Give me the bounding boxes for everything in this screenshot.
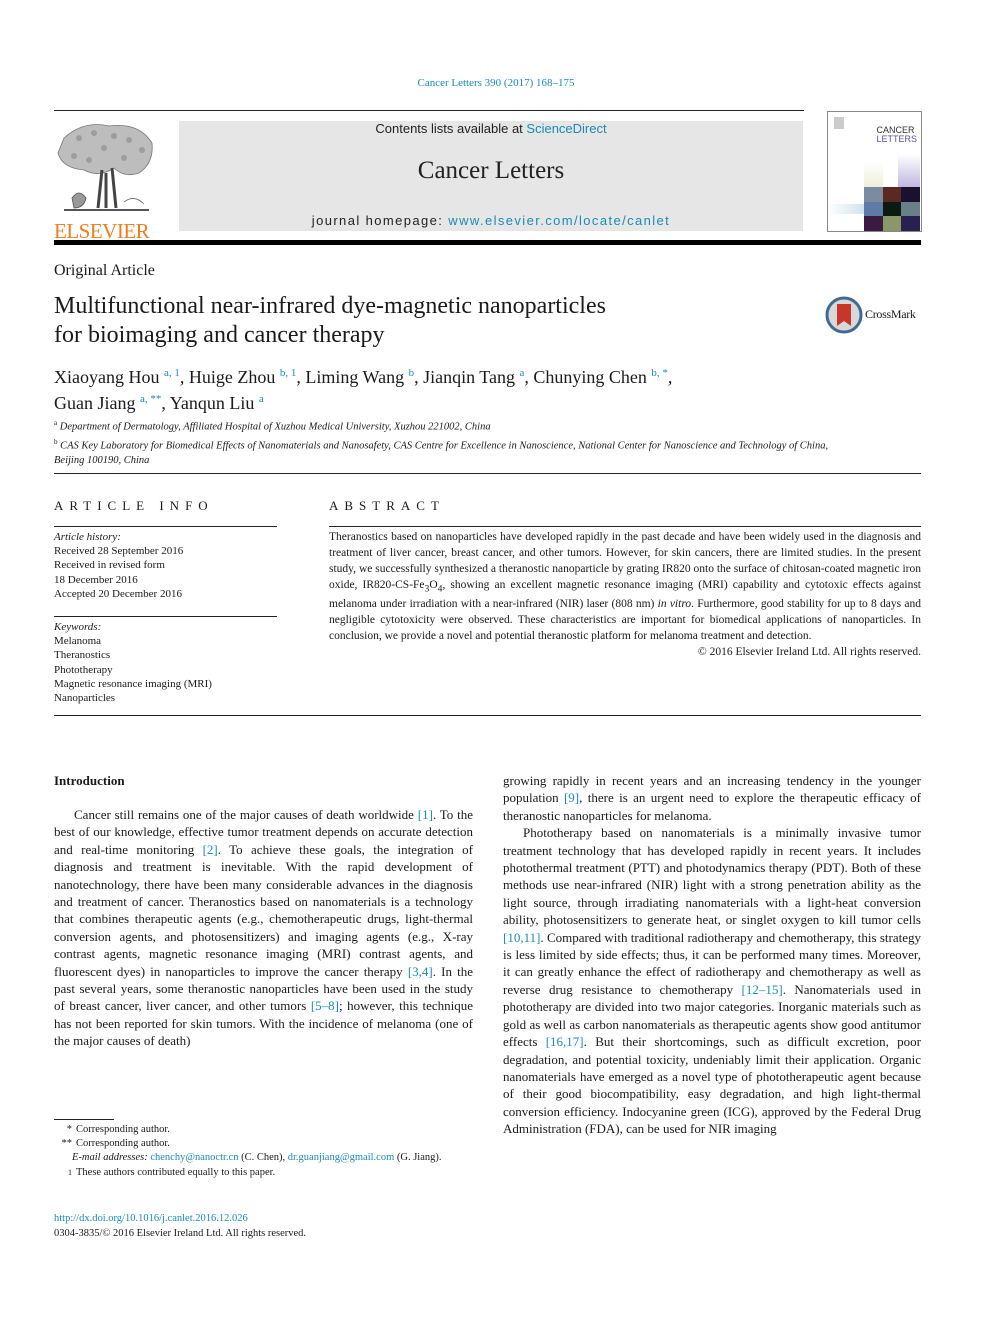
reference-link[interactable]: [12–15] [742,982,783,997]
keyword: Nanoparticles [54,692,116,705]
elsevier-wordmark: ELSEVIER [54,219,150,243]
footnote-rule [54,1119,114,1120]
author-list: Xiaoyang Hou a, 1, Huige Zhou b, 1, Limi… [54,367,673,413]
paragraph: Phototherapy based on nanomaterials is a… [503,825,921,1137]
sciencedirect-link[interactable]: ScienceDirect [526,121,606,136]
reference-link[interactable]: [10,11] [503,930,540,945]
paragraph: growing rapidly in recent years and an i… [503,773,921,823]
abstract-text: Theranostics based on nanoparticles have… [329,530,921,661]
divider [54,473,921,474]
author[interactable]: Huige Zhou b, 1 [189,367,296,387]
keywords: Keywords: Melanoma Theranostics Photothe… [54,620,284,705]
section-heading: Introduction [54,773,125,788]
author[interactable]: Guan Jiang a, ** [54,393,161,413]
author[interactable]: Xiaoyang Hou a, 1 [54,367,180,387]
reference-link[interactable]: [1] [418,807,433,822]
cover-graphic [828,204,864,214]
abstract-heading: ABSTRACT [329,498,445,513]
homepage-link[interactable]: www.elsevier.com/locate/canlet [448,213,670,228]
elsevier-logo[interactable]: ELSEVIER [54,118,156,242]
cover-graphic [898,154,920,187]
email-footnote: E-mail addresses: chenchy@nanoctr.cn (C.… [72,1152,442,1164]
keyword: Melanoma [54,635,102,648]
footnote: ** Corresponding author. [61,1138,170,1150]
email-link[interactable]: chenchy@nanoctr.cn [150,1152,238,1163]
contents-line: Contents lists available at ScienceDirec… [375,121,607,136]
header-thick-rule [54,240,921,245]
journal-banner: Contents lists available at ScienceDirec… [179,121,803,231]
crossmark-button[interactable]: CrossMark [825,295,925,335]
article-info-heading: ARTICLE INFO [54,498,214,513]
body-right-column: growing rapidly in recent years and an i… [503,772,921,1138]
affiliation: b CAS Key Laboratory for Biomedical Effe… [54,437,829,467]
author[interactable]: Chunying Chen b, * [533,367,668,387]
author[interactable]: Yanqun Liu a [170,393,264,413]
affiliation: a Department of Dermatology, Affiliated … [54,419,491,433]
tree-icon [57,124,153,211]
divider [54,526,277,527]
doi-link[interactable]: http://dx.doi.org/10.1016/j.canlet.2016.… [54,1213,248,1224]
affiliations: a Department of Dermatology, Affiliated … [54,416,834,468]
divider [54,715,921,716]
crossmark-label: CrossMark [865,307,916,321]
author[interactable]: Liming Wang b [305,367,414,387]
journal-cover-thumbnail[interactable]: CANCER LETTERS [827,111,922,232]
paragraph: Cancer still remains one of the major ca… [54,807,474,1049]
divider [54,616,277,617]
cover-logo-icon [834,117,844,129]
footnotes: * Corresponding author. ** Corresponding a… [54,1123,473,1180]
reference-link[interactable]: [3,4] [408,964,433,979]
article-type: Original Article [54,262,155,279]
crossmark-icon [825,296,863,334]
journal-citation[interactable]: Cancer Letters 390 (2017) 168–175 [0,77,992,89]
article-history: Article history: Received 28 September 2… [54,531,184,600]
keyword: Phototherapy [54,663,113,676]
cover-graphic [864,162,883,187]
article-title: Multifunctional near-infrared dye-magnet… [54,293,606,348]
reference-link[interactable]: [2] [203,842,218,857]
reference-link[interactable]: [16,17] [546,1034,584,1049]
abstract-copyright: © 2016 Elsevier Ireland Ltd. All rights … [697,645,921,658]
email-link[interactable]: dr.guanjiang@gmail.com [288,1152,394,1163]
divider [329,526,921,527]
journal-name: Cancer Letters [417,157,565,184]
body-left-column: Introduction Cancer still remains one of… [54,772,473,1050]
reference-link[interactable]: [5–8] [311,998,339,1013]
keyword: Magnetic resonance imaging (MRI) [54,677,212,690]
footnote: * Corresponding author. [66,1124,170,1135]
cover-title: CANCER LETTERS [876,125,917,144]
cover-image-grid [864,187,920,231]
reference-link[interactable]: [9] [564,790,579,805]
homepage-line: journal homepage: www.elsevier.com/locat… [311,213,671,228]
header-rule [54,110,804,111]
doi-block: http://dx.doi.org/10.1016/j.canlet.2016.… [54,1211,306,1241]
footnote: 1 These authors contributed equally to th… [68,1166,276,1178]
keyword: Theranostics [54,649,111,662]
issn-line: 0304-3835/© 2016 Elsevier Ireland Ltd. A… [54,1228,307,1239]
author[interactable]: Jianqin Tang a [423,367,524,387]
